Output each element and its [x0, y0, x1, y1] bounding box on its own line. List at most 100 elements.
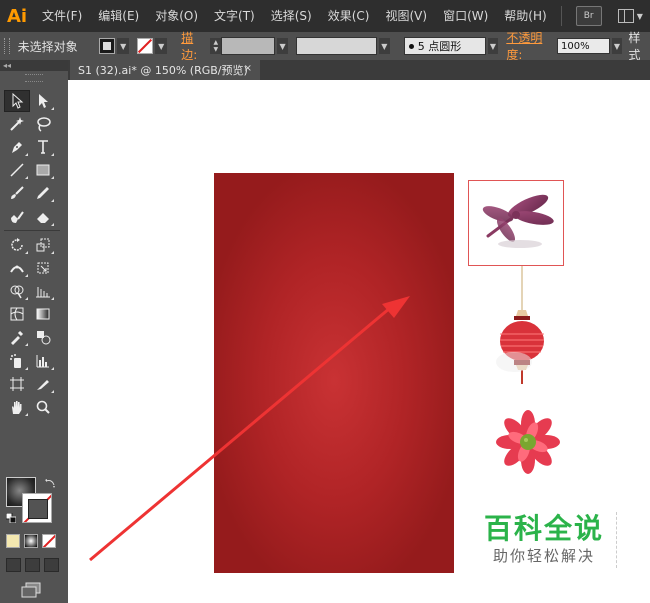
- default-colors-icon[interactable]: [6, 513, 16, 523]
- column-graph-icon: [36, 354, 49, 368]
- variable-width-profile[interactable]: [295, 37, 377, 55]
- line-icon: [10, 163, 24, 177]
- draw-behind-icon[interactable]: [25, 558, 40, 572]
- eyedropper-tool[interactable]: [4, 326, 30, 348]
- menu-type[interactable]: 文字(T): [206, 0, 263, 32]
- stroke-swatch-icon: [137, 38, 154, 54]
- panel-grip[interactable]: [25, 74, 43, 82]
- gradient-mode-icon[interactable]: [24, 534, 38, 548]
- fill-swatch-icon: [99, 38, 116, 54]
- tools-panel: ◂◂: [0, 60, 69, 603]
- menu-edit[interactable]: 编辑(E): [90, 0, 147, 32]
- control-bar: 未选择对象 ▼ ▼ 描边: ▲ ▼ ▼ ▼ 5 点圆形 ▼ 不透明度: 100% …: [0, 29, 650, 63]
- mesh-icon: [10, 307, 24, 321]
- menu-window[interactable]: 窗口(W): [435, 0, 496, 32]
- flower-artwork[interactable]: [492, 410, 564, 478]
- artboard-tool[interactable]: [4, 373, 30, 395]
- stroke-weight-dropdown[interactable]: ▼: [277, 38, 288, 54]
- collapse-panel-button[interactable]: ◂◂: [0, 60, 68, 71]
- gradient-tool[interactable]: [30, 303, 56, 325]
- scale-tool[interactable]: [30, 234, 56, 256]
- perspective-grid-tool[interactable]: [30, 280, 56, 302]
- none-mode-icon[interactable]: [42, 534, 56, 548]
- width-tool[interactable]: [4, 257, 30, 279]
- symbol-sprayer-tool[interactable]: [4, 350, 30, 372]
- close-icon[interactable]: ×: [244, 63, 252, 74]
- direct-selection-tool[interactable]: [30, 90, 56, 112]
- stroke-color-box[interactable]: [22, 493, 52, 523]
- selection-arrow-icon: [12, 92, 24, 109]
- stroke-weight-spinner[interactable]: ▲ ▼: [210, 38, 222, 54]
- chevron-down-icon: ▼: [117, 38, 130, 54]
- eyedropper-icon: [11, 331, 24, 346]
- chevron-down-icon: ▼: [636, 11, 643, 21]
- color-mode-icon[interactable]: [6, 534, 20, 548]
- brush-definition[interactable]: 5 点圆形: [403, 37, 486, 55]
- stroke-label[interactable]: 描边:: [181, 29, 206, 63]
- chevron-down-icon: ▼: [155, 38, 168, 54]
- red-background-rectangle[interactable]: [214, 173, 454, 573]
- pen-icon: [12, 141, 22, 153]
- free-transform-tool[interactable]: [30, 257, 56, 279]
- menu-select[interactable]: 选择(S): [263, 0, 320, 32]
- opacity-dropdown[interactable]: ▼: [611, 38, 623, 54]
- app-logo: Ai: [6, 5, 28, 27]
- magic-wand-icon: [10, 116, 24, 131]
- canvas-edge-marker: [616, 512, 625, 568]
- lasso-tool[interactable]: [30, 113, 56, 135]
- slice-tool[interactable]: [30, 373, 56, 395]
- stroke-weight-input[interactable]: [221, 37, 276, 55]
- pencil-icon: [37, 187, 49, 200]
- menu-bar: Ai 文件(F) 编辑(E) 对象(O) 文字(T) 选择(S) 效果(C) 视…: [0, 0, 650, 32]
- lantern-artwork[interactable]: [486, 266, 556, 406]
- zoom-tool[interactable]: [30, 396, 56, 418]
- fill-stroke-controls: [6, 477, 58, 525]
- symbol-sprayer-icon: [10, 353, 21, 368]
- document-tab[interactable]: S1 (32).ai* @ 150% (RGB/预览) ×: [70, 60, 260, 80]
- watermark-title: 百科全说: [483, 512, 604, 545]
- profile-dropdown[interactable]: ▼: [378, 38, 390, 54]
- paintbrush-tool[interactable]: [4, 182, 30, 204]
- rotate-tool[interactable]: [4, 234, 30, 256]
- workspace-switcher[interactable]: ▼: [617, 9, 643, 23]
- eraser-tool[interactable]: [30, 206, 56, 228]
- blob-brush-tool[interactable]: [4, 206, 30, 228]
- panel-grip[interactable]: [4, 38, 10, 54]
- menu-help[interactable]: 帮助(H): [496, 0, 554, 32]
- menu-view[interactable]: 视图(V): [377, 0, 435, 32]
- menu-object[interactable]: 对象(O): [147, 0, 206, 32]
- magic-wand-tool[interactable]: [4, 113, 30, 135]
- artboard-canvas[interactable]: 百科全说 助你轻松解决: [68, 80, 650, 603]
- type-tool[interactable]: [30, 136, 56, 158]
- rectangle-icon: [36, 164, 50, 176]
- line-segment-tool[interactable]: [4, 159, 30, 181]
- pencil-tool[interactable]: [30, 182, 56, 204]
- shape-builder-tool[interactable]: [4, 280, 30, 302]
- fill-swatch-button[interactable]: ▼: [99, 38, 130, 54]
- bridge-button[interactable]: Br: [575, 6, 602, 26]
- watermark: 百科全说 助你轻松解决: [474, 512, 614, 566]
- rectangle-tool[interactable]: [30, 159, 56, 181]
- opacity-input[interactable]: 100%: [557, 38, 610, 54]
- blend-tool[interactable]: [30, 326, 56, 348]
- menu-file[interactable]: 文件(F): [34, 0, 90, 32]
- arrange-documents-icon: [617, 9, 634, 23]
- lasso-icon: [37, 117, 51, 132]
- blend-icon: [37, 331, 51, 345]
- draw-normal-icon[interactable]: [6, 558, 21, 572]
- column-graph-tool[interactable]: [30, 350, 56, 372]
- stroke-swatch-button[interactable]: ▼: [137, 38, 168, 54]
- hand-tool[interactable]: [4, 396, 30, 418]
- pen-tool[interactable]: [4, 136, 30, 158]
- brush-dropdown[interactable]: ▼: [487, 38, 499, 54]
- type-t-icon: [38, 140, 48, 154]
- screen-mode-icon[interactable]: [20, 582, 42, 598]
- menu-effect[interactable]: 效果(C): [320, 0, 378, 32]
- style-label[interactable]: 样式: [628, 29, 650, 63]
- mesh-tool[interactable]: [4, 303, 30, 325]
- dragonfly-artwork[interactable]: [472, 184, 560, 262]
- draw-inside-icon[interactable]: [44, 558, 59, 572]
- opacity-label[interactable]: 不透明度:: [506, 29, 553, 63]
- swap-fill-stroke-icon[interactable]: [44, 477, 56, 489]
- selection-tool[interactable]: [4, 89, 30, 112]
